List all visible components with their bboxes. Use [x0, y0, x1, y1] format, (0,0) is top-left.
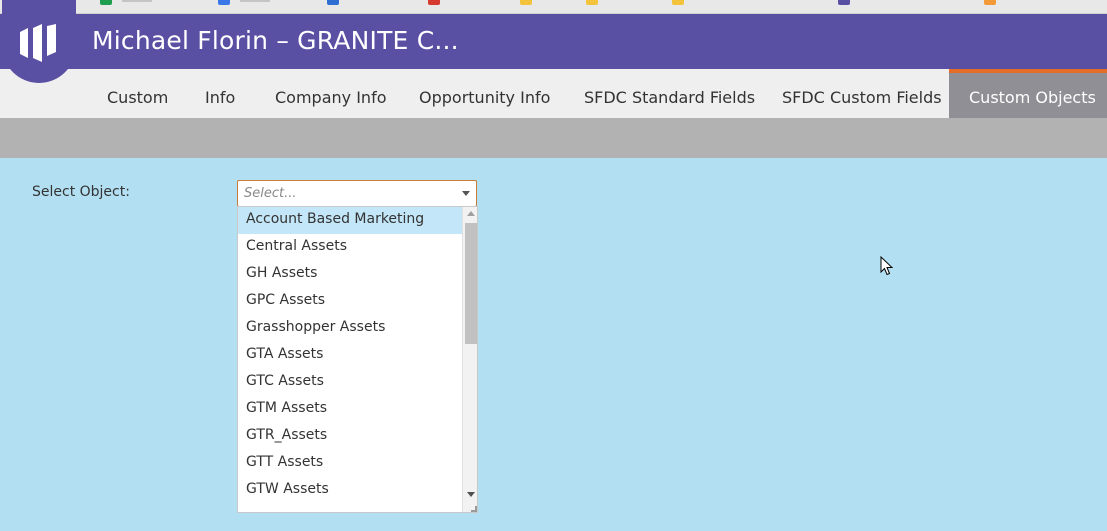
page-title: Michael Florin – GRANITE C... [92, 26, 459, 55]
dropdown-option[interactable]: GPC Assets [238, 288, 462, 315]
tab-sfdc-standard-fields[interactable]: SFDC Standard Fields [584, 69, 755, 118]
scroll-down-arrow-icon[interactable] [467, 492, 475, 497]
dropdown-option[interactable]: GTW Assets [238, 477, 462, 504]
resize-grip-icon[interactable] [471, 506, 477, 512]
object-dropdown-list[interactable]: Account Based Marketing Central Assets G… [237, 206, 478, 513]
bookmark-yellow-icon[interactable] [586, 0, 598, 5]
dropdown-option[interactable]: Grasshopper Assets [238, 315, 462, 342]
browser-bookmarks-bar [0, 0, 1107, 14]
dropdown-option[interactable]: GH Assets [238, 261, 462, 288]
dropdown-option[interactable]: Central Assets [238, 234, 462, 261]
tab-info[interactable]: Info [205, 69, 235, 118]
object-select[interactable]: Select... [237, 180, 477, 207]
bookmark-yellow-icon[interactable] [672, 0, 684, 5]
tab-bar: Custom Info Company Info Opportunity Inf… [0, 69, 1107, 118]
select-placeholder: Select... [244, 186, 297, 201]
bookmark-label-placeholder [122, 0, 152, 2]
bookmark-sheets-icon[interactable] [100, 0, 112, 5]
scrollbar-thumb[interactable] [465, 223, 477, 344]
bookmark-orange-icon[interactable] [984, 0, 996, 5]
dropdown-option[interactable]: GTC Assets [238, 369, 462, 396]
bookmark-purple-icon[interactable] [838, 0, 850, 5]
bookmark-red-icon[interactable] [428, 0, 440, 5]
tab-company-info[interactable]: Company Info [275, 69, 386, 118]
bookmark-label-placeholder [240, 0, 270, 2]
dropdown-scrollbar[interactable] [462, 207, 477, 512]
dropdown-option[interactable]: GTT Assets [238, 450, 462, 477]
toolbar-strip [0, 118, 1107, 158]
tab-opportunity-info[interactable]: Opportunity Info [419, 69, 550, 118]
tab-custom-objects[interactable]: Custom Objects [949, 69, 1107, 118]
dropdown-option[interactable]: GTR_Assets [238, 423, 462, 450]
app-header: Michael Florin – GRANITE C... [0, 14, 1107, 69]
scroll-up-arrow-icon[interactable] [467, 211, 475, 216]
tab-custom[interactable]: Custom [107, 69, 168, 118]
tab-sfdc-custom-fields[interactable]: SFDC Custom Fields [782, 69, 942, 118]
marketo-logo-icon[interactable] [2, 0, 76, 83]
bookmark-docs-icon[interactable] [218, 0, 230, 5]
chevron-down-icon[interactable] [462, 191, 470, 196]
select-object-label: Select Object: [32, 184, 130, 200]
dropdown-option[interactable]: Account Based Marketing [238, 207, 462, 234]
bookmark-yellow-icon[interactable] [520, 0, 532, 5]
bookmark-jira-icon[interactable] [327, 0, 339, 5]
dropdown-option[interactable]: GTM Assets [238, 396, 462, 423]
mouse-pointer-icon [880, 255, 894, 280]
dropdown-option[interactable]: GTA Assets [238, 342, 462, 369]
